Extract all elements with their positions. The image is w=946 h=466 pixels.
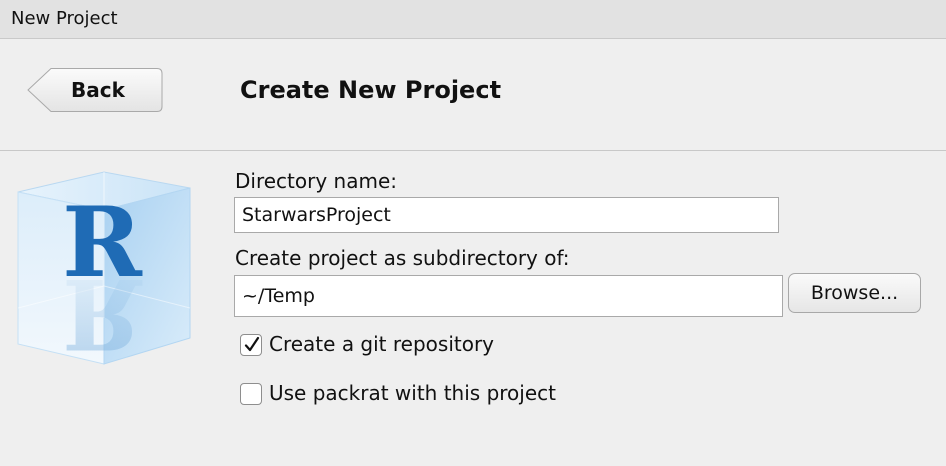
directory-name-label: Directory name: xyxy=(235,169,397,193)
window-title: New Project xyxy=(11,8,118,29)
packrat-label: Use packrat with this project xyxy=(269,381,556,405)
packrat-checkbox-row[interactable]: Use packrat with this project xyxy=(240,381,580,407)
packrat-checkbox[interactable] xyxy=(240,383,262,405)
git-repository-label: Create a git repository xyxy=(269,332,495,356)
git-repository-checkbox-row[interactable]: Create a git repository xyxy=(240,332,520,358)
back-button-label: Back xyxy=(71,78,125,102)
subdirectory-label: Create project as subdirectory of: xyxy=(235,246,570,270)
r-cube-icon: R R xyxy=(17,171,191,370)
checkmark-icon xyxy=(244,336,260,352)
browse-button[interactable]: Browse... xyxy=(788,273,921,313)
r-cube-logo: R R xyxy=(14,168,194,370)
parent-directory-input[interactable] xyxy=(234,275,783,317)
page-title: Create New Project xyxy=(240,76,502,104)
title-bar: New Project xyxy=(0,0,946,39)
git-repository-checkbox[interactable] xyxy=(240,334,262,356)
new-project-dialog: New Project Back Create New Project R R … xyxy=(0,0,946,466)
directory-name-input[interactable] xyxy=(234,197,779,233)
logo-letter-reflection: R xyxy=(62,257,143,368)
back-button[interactable]: Back xyxy=(27,67,163,113)
